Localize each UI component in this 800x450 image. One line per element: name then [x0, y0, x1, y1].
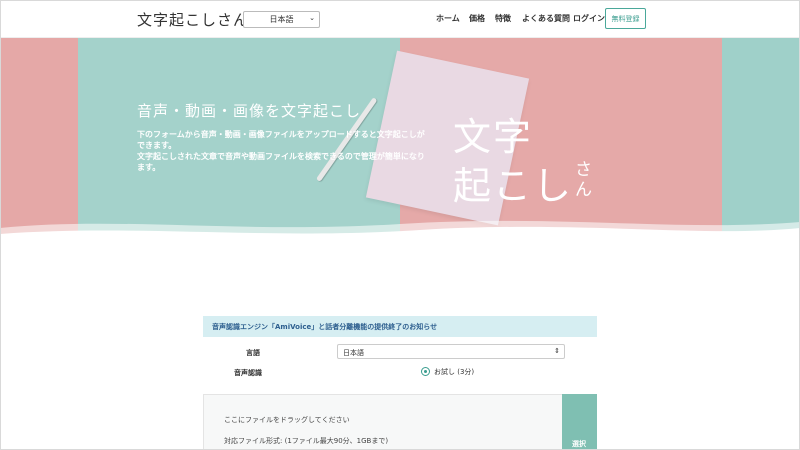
hero-logo-n: ん — [575, 180, 592, 200]
trial-radio[interactable] — [421, 367, 430, 376]
language-dropdown-value: 日本語 — [343, 349, 364, 357]
nav-item-features[interactable]: 特徴 — [495, 13, 511, 24]
hero-logo-line2: 起こし — [453, 164, 574, 208]
nav-item-login[interactable]: ログイン — [573, 13, 605, 24]
hero-stripe — [722, 38, 800, 238]
nav-item-home[interactable]: ホーム — [436, 13, 460, 24]
hero-title: 音声・動画・画像を文字起こし — [137, 102, 362, 120]
site-logo[interactable]: 文字起こしさん — [137, 9, 249, 30]
hero-description-line: できます。 — [137, 141, 177, 150]
hero-description: 下のフォームから音声・動画・画像ファイルをアップロードすると文字起こしが できま… — [137, 129, 447, 173]
chevron-updown-icon: ⇕ — [554, 347, 560, 355]
hero-stripe — [0, 38, 78, 238]
language-select[interactable]: 日本語 ⌄ — [243, 11, 320, 28]
site-header: 文字起こしさん 日本語 ⌄ ホーム 価格 特徴 よくある質問 ログイン 無料登録 — [0, 0, 800, 38]
hero-description-line: 下のフォームから音声・動画・画像ファイルをアップロードすると文字起こしが — [137, 130, 425, 139]
language-select-value: 日本語 — [269, 15, 294, 24]
hero-wave — [0, 220, 800, 238]
dropzone-drag-text: ここにファイルをドラッグしてください — [224, 416, 350, 424]
signup-button[interactable]: 無料登録 — [605, 8, 646, 29]
recognition-label: 音声認識 — [234, 369, 262, 377]
language-label: 言語 — [246, 349, 260, 357]
language-dropdown[interactable]: 日本語 ⇕ — [337, 344, 565, 359]
hero-description-line: 文字起こしされた文章で音声や動画ファイルを検索できるので管理が簡単になり — [137, 152, 425, 161]
chevron-down-icon: ⌄ — [309, 14, 315, 22]
file-select-label: 選択 — [572, 440, 586, 448]
trial-radio-label: お試し (3分) — [434, 368, 475, 376]
dropzone-formats-text: 対応ファイル形式: (1ファイル最大90分、1GBまで) — [224, 437, 389, 445]
hero-logo-line1: 文字 — [453, 115, 534, 159]
nav-item-pricing[interactable]: 価格 — [469, 13, 485, 24]
notice-banner[interactable]: 音声認識エンジン「AmiVoice」と話者分離機能の提供終了のお知らせ — [203, 316, 597, 337]
nav-item-faq[interactable]: よくある質問 — [522, 13, 570, 24]
hero-description-line: ます。 — [137, 163, 161, 172]
